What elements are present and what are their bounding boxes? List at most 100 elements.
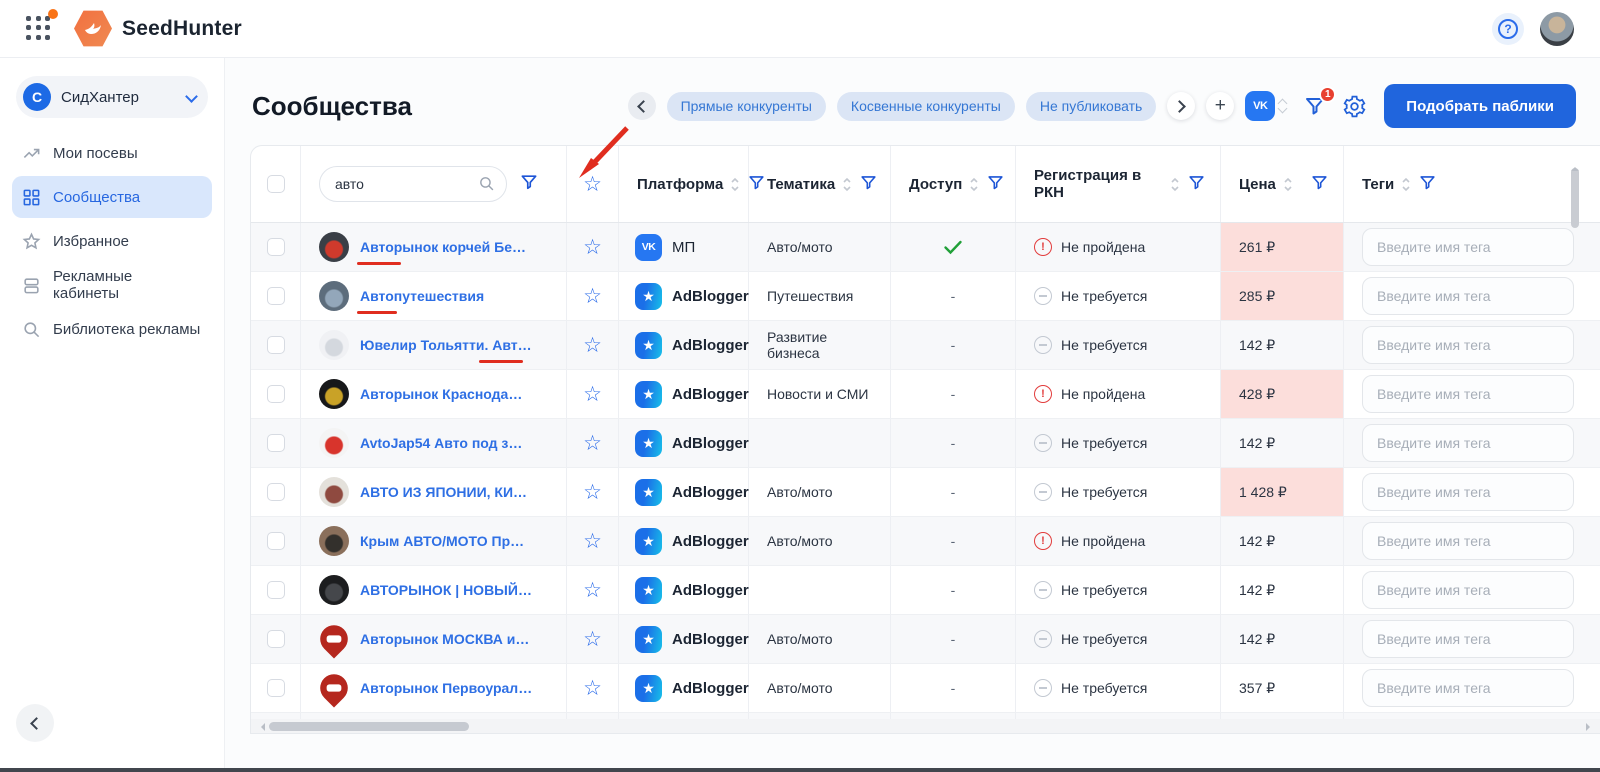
community-link[interactable]: Ювелир Тольятти. Авт…: [360, 337, 532, 353]
tag-input[interactable]: [1362, 473, 1574, 511]
user-avatar[interactable]: [1540, 12, 1574, 46]
row-checkbox[interactable]: [267, 385, 285, 403]
filters-button[interactable]: 1: [1303, 94, 1327, 118]
community-link[interactable]: AvtoJap54 Авто под з…: [360, 435, 522, 451]
favorite-column-header-icon[interactable]: ☆: [583, 174, 602, 195]
platform-icon: ★: [635, 675, 662, 702]
scroll-up-arrow-icon[interactable]: [1571, 146, 1579, 171]
community-link[interactable]: Авторынок корчей Бе…: [360, 239, 526, 255]
favorite-star-button[interactable]: ☆: [583, 629, 602, 650]
favorite-star-button[interactable]: ☆: [583, 286, 602, 307]
apps-grid-icon[interactable]: [26, 16, 52, 42]
row-checkbox[interactable]: [267, 581, 285, 599]
sort-icon[interactable]: [842, 176, 852, 193]
rkn-status-label: Не пройдена: [1061, 239, 1145, 255]
price-value: 142 ₽: [1239, 337, 1275, 354]
favorite-star-button[interactable]: ☆: [583, 482, 602, 503]
filter-chip[interactable]: Не публиковать: [1026, 92, 1156, 121]
sidebar-item-ad-accounts[interactable]: Рекламные кабинеты: [12, 264, 212, 306]
tag-input[interactable]: [1362, 375, 1574, 413]
tag-input[interactable]: [1362, 571, 1574, 609]
app-logo[interactable]: SeedHunter: [74, 10, 242, 48]
tag-input[interactable]: [1362, 424, 1574, 462]
price-filter-button[interactable]: [1310, 173, 1329, 196]
favorite-star-button[interactable]: ☆: [583, 433, 602, 454]
community-link[interactable]: Авторынок Краснода…: [360, 386, 522, 402]
table-row: Авторынок МОСКВА и… ☆ ★ AdBlogger Авто/м…: [251, 615, 1600, 664]
chips-scroll-right-button[interactable]: [1167, 92, 1195, 120]
vertical-scrollbar-thumb[interactable]: [1571, 168, 1579, 228]
row-checkbox[interactable]: [267, 336, 285, 354]
community-link[interactable]: Крым АВТО/МОТО Пр…: [360, 533, 524, 549]
theme-label: Путешествия: [767, 288, 853, 304]
sidebar-item-favorites[interactable]: Избранное: [12, 220, 212, 262]
access-filter-button[interactable]: [986, 173, 1005, 196]
favorite-star-button[interactable]: ☆: [583, 384, 602, 405]
star-icon: [22, 232, 41, 251]
row-checkbox[interactable]: [267, 287, 285, 305]
sort-icon[interactable]: [1170, 176, 1180, 193]
sidebar-item-label: Мои посевы: [53, 145, 138, 162]
tags-filter-button[interactable]: [1418, 173, 1437, 196]
filter-chip[interactable]: Косвенные конкуренты: [837, 92, 1015, 121]
tag-input[interactable]: [1362, 326, 1574, 364]
tag-input[interactable]: [1362, 522, 1574, 560]
sidebar-item-my-seeds[interactable]: Мои посевы: [12, 132, 212, 174]
platform-selector[interactable]: VK: [1245, 91, 1286, 121]
favorite-star-button[interactable]: ☆: [583, 580, 602, 601]
favorite-star-button[interactable]: ☆: [583, 335, 602, 356]
table-row: АВТО ИЗ ЯПОНИИ, КИ… ☆ ★ AdBlogger Авто/м…: [251, 468, 1600, 517]
community-link[interactable]: АВТОРЫНОК | НОВЫЙ…: [360, 582, 532, 598]
access-dash: -: [951, 337, 956, 353]
community-link[interactable]: Автопутешествия: [360, 288, 484, 304]
theme-filter-button[interactable]: [859, 173, 878, 196]
tag-input[interactable]: [1362, 669, 1574, 707]
community-link[interactable]: АВТО ИЗ ЯПОНИИ, КИ…: [360, 484, 527, 500]
chips-scroll-left-button[interactable]: [628, 92, 656, 120]
community-link[interactable]: Авторынок МОСКВА и…: [360, 631, 529, 647]
scroll-left-arrow-icon[interactable]: [257, 723, 265, 731]
name-filter-button[interactable]: [519, 172, 539, 196]
sidebar-item-communities[interactable]: Сообщества: [12, 176, 212, 218]
sort-icon[interactable]: [1283, 176, 1293, 193]
row-checkbox[interactable]: [267, 532, 285, 550]
row-checkbox[interactable]: [267, 679, 285, 697]
tag-input[interactable]: [1362, 277, 1574, 315]
sort-icon[interactable]: [1401, 176, 1411, 193]
settings-button[interactable]: [1342, 94, 1367, 119]
platform-label: AdBlogger: [672, 680, 749, 697]
row-checkbox[interactable]: [267, 483, 285, 501]
page-title: Сообщества: [252, 91, 412, 122]
filter-chip[interactable]: Прямые конкуренты: [667, 92, 826, 121]
sidebar-collapse-button[interactable]: [16, 704, 54, 742]
row-checkbox[interactable]: [267, 238, 285, 256]
rkn-status-icon: [1034, 434, 1052, 452]
horizontal-scrollbar-thumb[interactable]: [269, 722, 469, 731]
row-checkbox[interactable]: [267, 434, 285, 452]
community-link[interactable]: Авторынок Первоурал…: [360, 680, 532, 696]
select-publics-button[interactable]: Подобрать паблики: [1384, 84, 1576, 128]
access-dash: -: [951, 680, 956, 696]
favorite-star-button[interactable]: ☆: [583, 678, 602, 699]
sort-icon[interactable]: [730, 176, 740, 193]
horizontal-scrollbar[interactable]: [251, 719, 1600, 734]
community-avatar: [319, 428, 349, 458]
account-switcher[interactable]: C СидХантер: [16, 76, 208, 118]
tag-input[interactable]: [1362, 620, 1574, 658]
scroll-right-arrow-icon[interactable]: [1586, 723, 1594, 731]
rkn-filter-button[interactable]: [1187, 173, 1206, 196]
add-chip-button[interactable]: +: [1206, 92, 1234, 120]
table-body: Авторынок корчей Бе… ☆ VK МП Авто/мото -…: [251, 223, 1600, 713]
tag-input[interactable]: [1362, 228, 1574, 266]
vertical-scrollbar[interactable]: [1571, 150, 1579, 720]
select-all-checkbox[interactable]: [267, 175, 285, 193]
help-button[interactable]: ?: [1492, 13, 1524, 45]
row-checkbox[interactable]: [267, 630, 285, 648]
theme-label: Новости и СМИ: [767, 386, 868, 402]
favorite-star-button[interactable]: ☆: [583, 531, 602, 552]
platform-label: AdBlogger: [672, 435, 749, 452]
favorite-star-button[interactable]: ☆: [583, 237, 602, 258]
sort-icon[interactable]: [969, 176, 979, 193]
sidebar-item-ad-library[interactable]: Библиотека рекламы: [12, 308, 212, 350]
community-avatar: [314, 619, 353, 658]
